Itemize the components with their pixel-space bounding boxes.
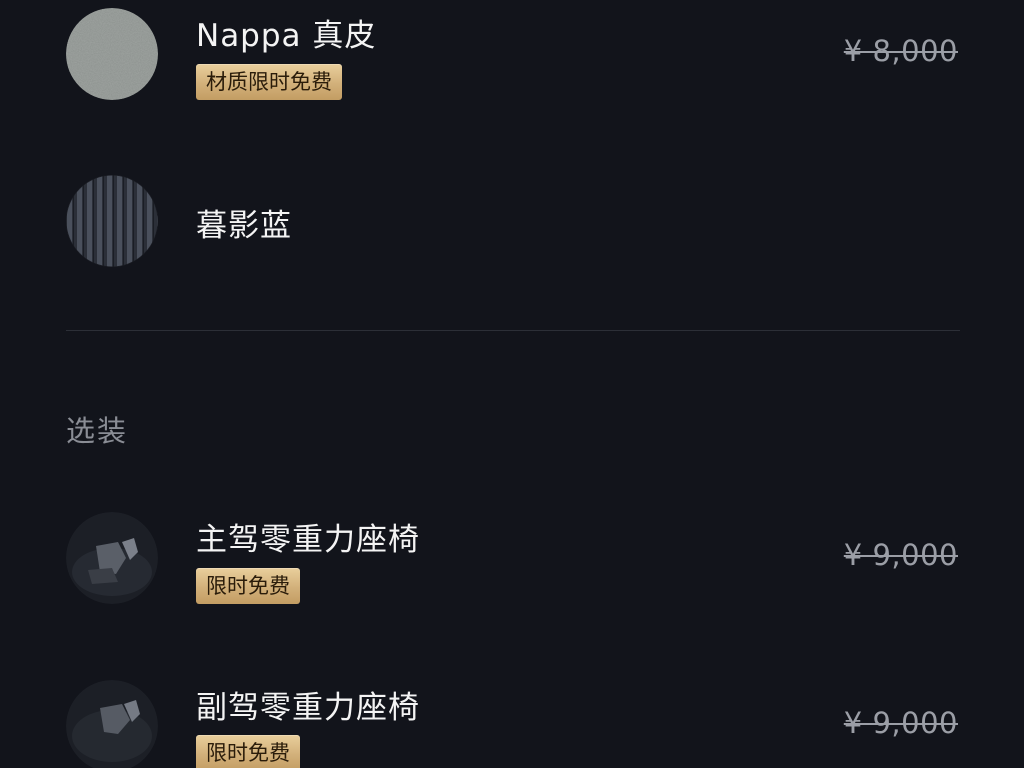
section-title-addons: 选装 [66, 414, 129, 448]
original-price: ¥ 9,000 [843, 706, 958, 740]
leather-texture-swatch-icon [66, 8, 158, 100]
addon-name: 副驾零重力座椅 [196, 690, 420, 726]
promo-badge: 材质限时免费 [196, 64, 342, 100]
option-name: Nappa 真皮 [196, 18, 377, 54]
promo-badge: 限时免费 [196, 735, 300, 768]
original-price: ¥ 8,000 [843, 34, 958, 68]
original-price: ¥ 9,000 [843, 538, 958, 572]
divider [66, 330, 960, 331]
striped-fabric-swatch-icon [66, 175, 158, 267]
seat-photo-icon [66, 680, 158, 768]
configurator-page: Nappa 真皮 材质限时免费 ¥ 8,000 暮影蓝 选装 主驾零重力座椅 限… [0, 0, 1024, 768]
promo-badge: 限时免费 [196, 568, 300, 604]
seat-photo-icon [66, 512, 158, 604]
option-name: 暮影蓝 [196, 208, 292, 244]
addon-name: 主驾零重力座椅 [196, 522, 420, 558]
